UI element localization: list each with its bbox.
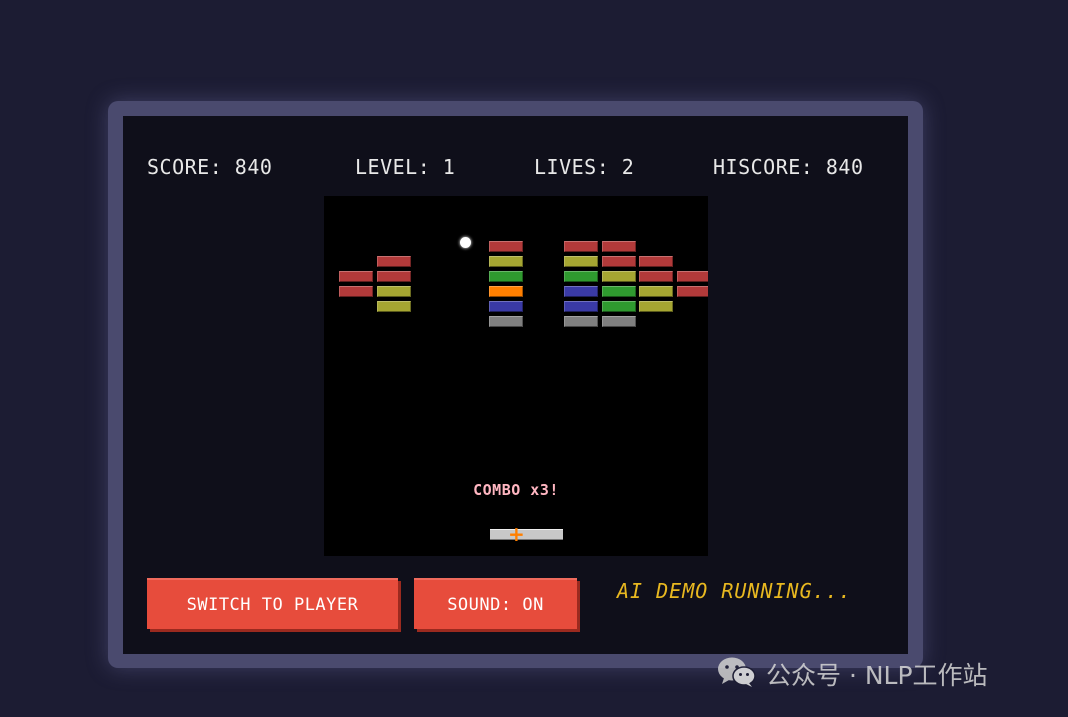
sound-toggle-button[interactable]: SOUND: ON xyxy=(414,578,577,629)
brick xyxy=(602,241,636,252)
combo-text: COMBO x3! xyxy=(473,481,559,499)
brick xyxy=(564,286,598,297)
brick xyxy=(339,271,373,282)
ai-demo-status: AI DEMO RUNNING... xyxy=(617,579,852,603)
brick xyxy=(489,286,523,297)
watermark: 公众号 · NLP工作站 xyxy=(716,655,988,693)
brick xyxy=(639,271,673,282)
brick xyxy=(489,271,523,282)
brick xyxy=(564,271,598,282)
brick xyxy=(339,286,373,297)
brick xyxy=(602,271,636,282)
brick xyxy=(489,256,523,267)
paddle-marker-icon: + xyxy=(508,522,525,546)
ball xyxy=(460,237,471,248)
brick xyxy=(564,316,598,327)
brick xyxy=(602,316,636,327)
brick xyxy=(639,256,673,267)
level-display: LEVEL: 1 xyxy=(355,155,456,179)
brick xyxy=(639,301,673,312)
game-canvas[interactable]: COMBO x3! + xyxy=(324,196,708,556)
brick xyxy=(377,256,411,267)
brick xyxy=(602,301,636,312)
brick xyxy=(489,301,523,312)
brick xyxy=(602,256,636,267)
brick xyxy=(602,286,636,297)
brick xyxy=(639,286,673,297)
switch-to-player-button[interactable]: SWITCH TO PLAYER xyxy=(147,578,398,629)
brick xyxy=(564,241,598,252)
hiscore-display: HISCORE: 840 xyxy=(713,155,864,179)
brick xyxy=(677,286,708,297)
watermark-text: 公众号 · NLP工作站 xyxy=(766,661,988,690)
brick xyxy=(377,301,411,312)
brick xyxy=(377,271,411,282)
paddle[interactable]: + xyxy=(490,524,563,544)
brick xyxy=(489,241,523,252)
wechat-icon xyxy=(716,655,758,693)
brick xyxy=(564,301,598,312)
brick xyxy=(377,286,411,297)
brick xyxy=(677,271,708,282)
brick xyxy=(489,316,523,327)
brick xyxy=(564,256,598,267)
lives-display: LIVES: 2 xyxy=(534,155,635,179)
score-display: SCORE: 840 xyxy=(147,155,273,179)
